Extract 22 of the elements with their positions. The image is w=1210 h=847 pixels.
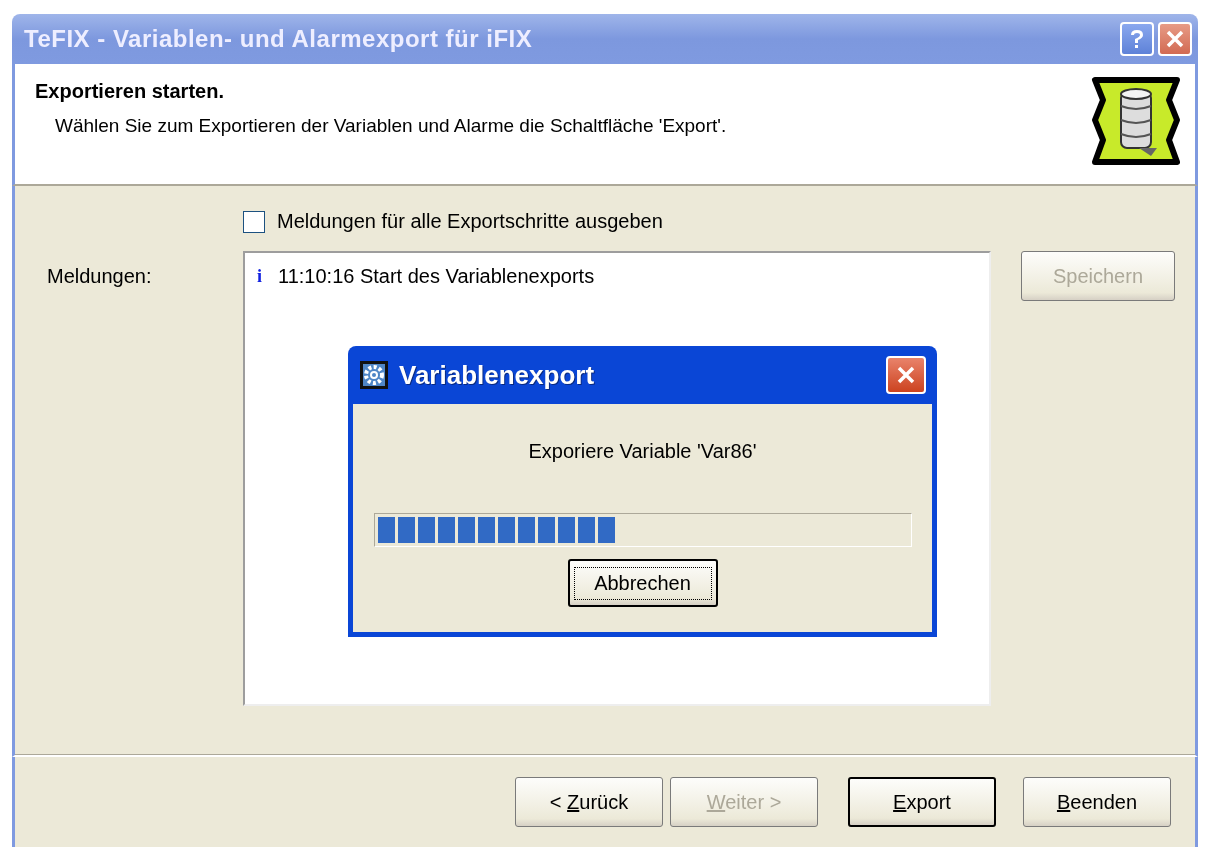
step-description: Wählen Sie zum Exportieren der Variablen und Alarme die Schaltfläche 'Export'. (55, 115, 727, 137)
message-text: 11:10:16 Start des Variablenexports (278, 265, 595, 288)
checkbox[interactable] (243, 210, 265, 233)
checkbox-label[interactable]: Meldungen für alle Exportschritte ausgeben (277, 210, 663, 233)
database-logo-icon (1091, 76, 1181, 166)
progress-message: Exporiere Variable 'Var86' (528, 440, 757, 463)
cancel-button[interactable]: Abbrechen (567, 559, 718, 607)
wizard-button[interactable]: Beenden (1023, 777, 1171, 827)
help-icon (1128, 28, 1146, 50)
info-icon: i (257, 266, 262, 287)
gear-icon (359, 360, 389, 390)
step-title: Exportieren starten. (35, 80, 225, 103)
window-title: TeFIX - Variablen- und Alarmexport für iFIX (24, 25, 534, 53)
wizard-button[interactable]: < Zurück (515, 777, 663, 827)
close-icon (1165, 29, 1185, 49)
dialog-title: Variablenexport (399, 359, 596, 391)
close-button[interactable] (1158, 22, 1192, 56)
wizard-button[interactable]: Export (848, 777, 996, 827)
messages-label: Meldungen: (47, 265, 153, 289)
close-icon (895, 364, 917, 386)
close-button[interactable] (886, 356, 926, 394)
help-button[interactable] (1120, 22, 1154, 56)
